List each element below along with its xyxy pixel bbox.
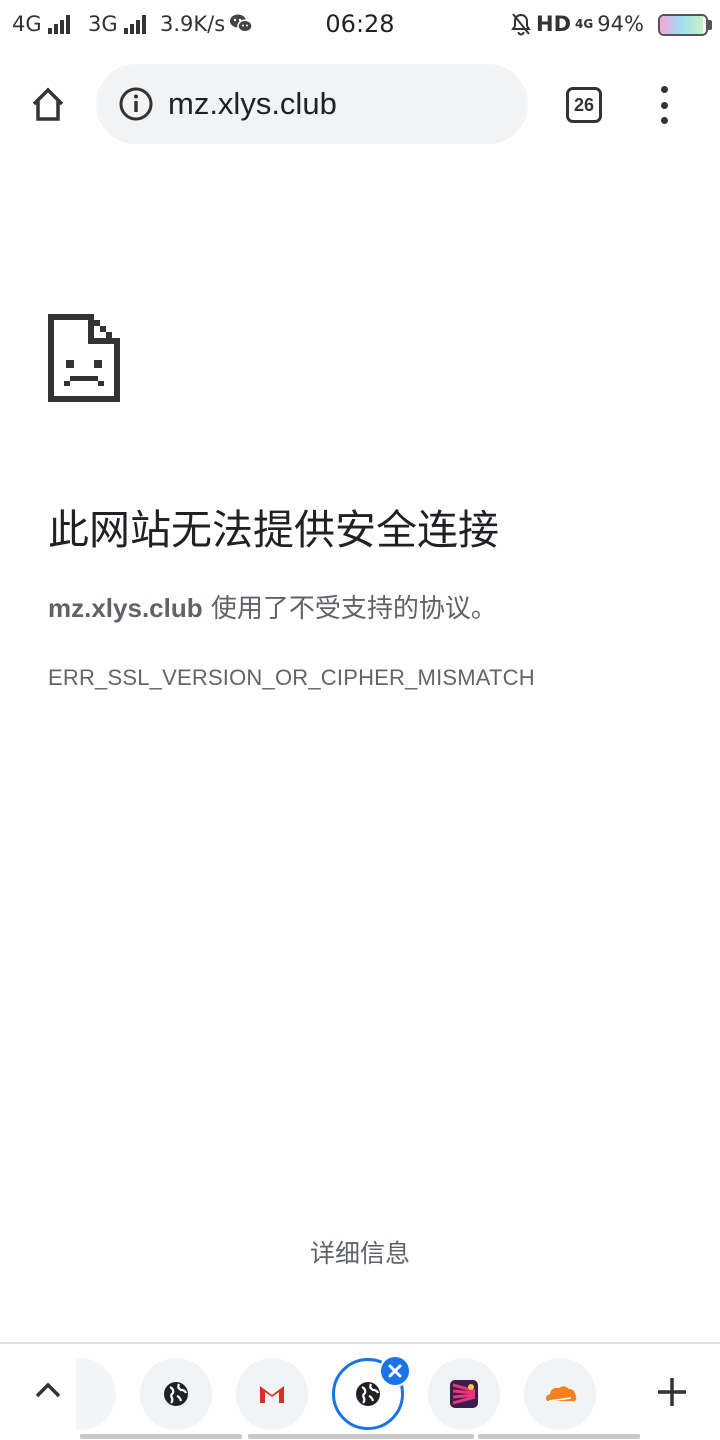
cloudflare-icon [546, 1386, 577, 1402]
bell-off-icon [511, 13, 531, 36]
tab-item-gmail[interactable] [236, 1358, 308, 1430]
tab-strip [0, 1342, 720, 1440]
browser-toolbar: mz.xlys.club 26 [0, 56, 720, 152]
status-right-group: HD 4G 94% [510, 12, 644, 36]
battery-icon [658, 14, 708, 36]
home-icon [32, 87, 64, 121]
app-logo-icon [450, 1380, 478, 1408]
battery-percent: 94% [597, 12, 644, 36]
error-description-text: 使用了不受支持的协议。 [202, 594, 497, 624]
address-bar[interactable]: mz.xlys.club [96, 64, 528, 144]
globe-icon [164, 1382, 188, 1406]
menu-dot [660, 86, 668, 93]
tab-strip-scrollbar [80, 1434, 242, 1439]
menu-dot [660, 117, 668, 124]
url-text[interactable]: mz.xlys.club [168, 86, 337, 122]
battery-tip [708, 20, 712, 30]
tab-strip-scrollbar [248, 1434, 474, 1439]
globe-icon [356, 1382, 380, 1406]
error-host: mz.xlys.club [48, 593, 203, 623]
home-button[interactable] [22, 78, 74, 130]
close-tab-button[interactable] [379, 1355, 411, 1387]
chevron-up-icon [35, 1382, 61, 1398]
details-button[interactable]: 详细信息 [0, 1234, 720, 1270]
expand-tabs-button[interactable] [30, 1372, 66, 1408]
tab-strip-scrollbar [478, 1434, 640, 1439]
menu-button[interactable] [644, 82, 684, 128]
status-bar: 4G 3G 3.9K/s 06:28 HD 4G 94% [0, 0, 720, 50]
error-code: ERR_SSL_VERSION_OR_CIPHER_MISMATCH [48, 665, 535, 690]
tab-item-cloudflare[interactable] [524, 1358, 596, 1430]
menu-dot [660, 101, 668, 109]
hd-label: HD [536, 12, 572, 36]
plus-icon [658, 1378, 686, 1406]
gmail-icon [260, 1386, 284, 1403]
tab-item-active[interactable] [332, 1355, 411, 1430]
error-description: mz.xlys.club 使用了不受支持的协议。 [48, 588, 497, 625]
close-icon [388, 1364, 402, 1378]
new-tab-button[interactable] [652, 1372, 692, 1412]
tab-count: 26 [573, 94, 595, 115]
volte-label: 4G [575, 17, 594, 31]
tab-item[interactable] [140, 1358, 212, 1430]
battery-fill [660, 16, 704, 34]
tab-item[interactable] [428, 1358, 500, 1430]
error-title: 此网站无法提供安全连接 [48, 506, 499, 554]
tab-switcher-button[interactable]: 26 [566, 87, 602, 123]
info-icon[interactable] [116, 84, 156, 124]
sad-page-icon [48, 314, 120, 402]
tab-item-partial[interactable] [76, 1358, 116, 1430]
